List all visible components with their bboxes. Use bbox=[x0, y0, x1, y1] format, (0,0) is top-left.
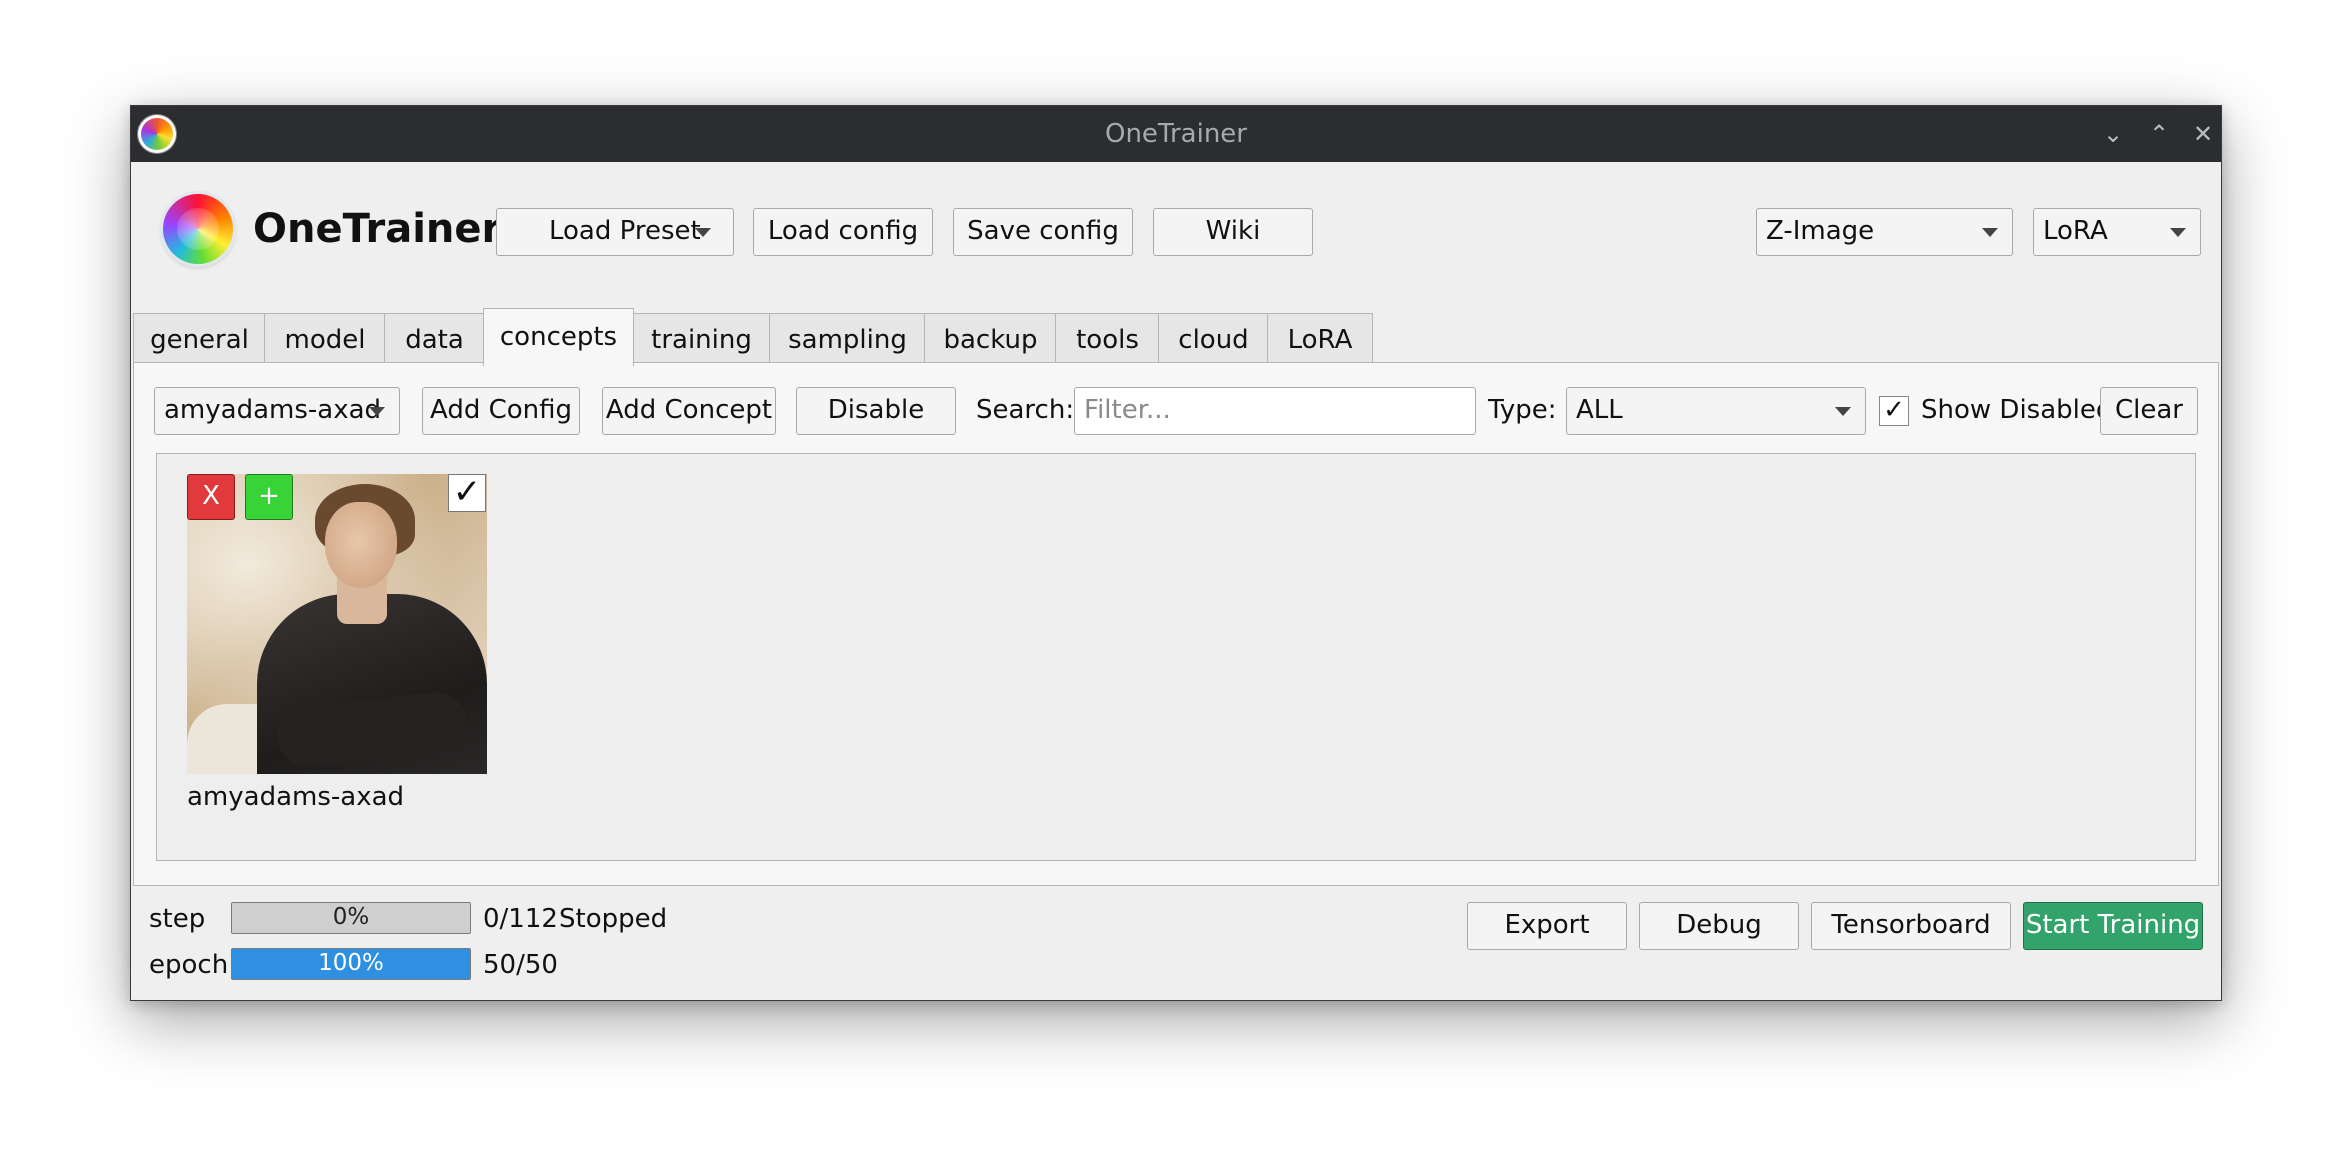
load-preset-button[interactable]: Load Preset bbox=[496, 208, 734, 256]
tab-general[interactable]: general bbox=[133, 313, 266, 364]
save-config-button[interactable]: Save config bbox=[953, 208, 1133, 256]
tab-backup[interactable]: backup bbox=[924, 313, 1057, 364]
type-select[interactable]: ALL bbox=[1566, 387, 1866, 435]
search-input[interactable]: Filter... bbox=[1074, 387, 1476, 435]
minimize-icon[interactable]: ⌄ bbox=[2095, 116, 2131, 152]
window-title: OneTrainer bbox=[1104, 119, 1247, 149]
tab-data[interactable]: data bbox=[384, 313, 485, 364]
tab-lora[interactable]: LoRA bbox=[1267, 313, 1373, 364]
show-disabled-checkbox[interactable]: ✓ bbox=[1879, 396, 1909, 426]
show-disabled-label: Show Disabled bbox=[1921, 395, 2113, 425]
clone-concept-button[interactable]: + bbox=[245, 474, 293, 520]
add-concept-button[interactable]: Add Concept bbox=[602, 387, 776, 435]
type-value: ALL bbox=[1576, 395, 1623, 425]
tab-cloud[interactable]: cloud bbox=[1158, 313, 1269, 364]
chevron-down-icon bbox=[369, 407, 385, 416]
concept-config-select[interactable]: amyadams-axad bbox=[154, 387, 400, 435]
epoch-progress-text: 100% bbox=[318, 950, 384, 976]
concepts-grid: X + ✓ amyadams-axad bbox=[156, 453, 2196, 861]
tab-sampling[interactable]: sampling bbox=[769, 313, 926, 364]
concept-enabled-checkbox[interactable]: ✓ bbox=[448, 474, 486, 512]
add-config-button[interactable]: Add Config bbox=[422, 387, 580, 435]
onetrainer-window: OneTrainer ⌄ ⌃ ✕ OneTrainer Load Preset … bbox=[130, 105, 2222, 1001]
model-type-value: Z-Image bbox=[1766, 216, 1875, 246]
clear-button[interactable]: Clear bbox=[2100, 387, 2198, 435]
training-state: Stopped bbox=[559, 904, 668, 934]
step-progress-bar: 0% bbox=[231, 902, 471, 934]
type-label: Type: bbox=[1488, 395, 1557, 425]
tab-model[interactable]: model bbox=[264, 313, 386, 364]
brand-title: OneTrainer bbox=[253, 206, 502, 252]
search-label: Search: bbox=[976, 395, 1075, 425]
training-method-value: LoRA bbox=[2043, 216, 2108, 246]
disable-button[interactable]: Disable bbox=[796, 387, 956, 435]
step-count: 0/112 bbox=[483, 904, 558, 934]
tab-training[interactable]: training bbox=[632, 313, 771, 364]
concepts-panel: amyadams-axad Add Config Add Concept Dis… bbox=[133, 362, 2219, 886]
debug-button[interactable]: Debug bbox=[1639, 902, 1799, 950]
model-type-select[interactable]: Z-Image bbox=[1756, 208, 2013, 256]
load-preset-label: Load Preset bbox=[549, 216, 701, 246]
wiki-button[interactable]: Wiki bbox=[1153, 208, 1313, 256]
epoch-progress-bar: 100% bbox=[231, 948, 471, 980]
title-bar: OneTrainer ⌄ ⌃ ✕ bbox=[131, 106, 2221, 162]
chevron-down-icon bbox=[2170, 228, 2186, 237]
concept-name: amyadams-axad bbox=[187, 782, 405, 812]
epoch-label: epoch bbox=[149, 950, 229, 980]
chevron-down-icon bbox=[1982, 228, 1998, 237]
load-config-button[interactable]: Load config bbox=[753, 208, 933, 256]
concept-config-value: amyadams-axad bbox=[164, 395, 382, 425]
chevron-down-icon bbox=[695, 228, 711, 237]
training-method-select[interactable]: LoRA bbox=[2033, 208, 2201, 256]
tensorboard-button[interactable]: Tensorboard bbox=[1811, 902, 2011, 950]
remove-concept-button[interactable]: X bbox=[187, 474, 235, 520]
chevron-down-icon bbox=[1835, 407, 1851, 416]
epoch-count: 50/50 bbox=[483, 950, 558, 980]
onetrainer-logo bbox=[163, 194, 233, 264]
tab-tools[interactable]: tools bbox=[1055, 313, 1160, 364]
step-label: step bbox=[149, 904, 206, 934]
thumbnail-face bbox=[325, 502, 397, 588]
maximize-icon[interactable]: ⌃ bbox=[2141, 116, 2177, 152]
close-icon[interactable]: ✕ bbox=[2185, 116, 2221, 152]
start-training-button[interactable]: Start Training bbox=[2023, 902, 2203, 950]
tab-concepts[interactable]: concepts bbox=[483, 308, 634, 366]
export-button[interactable]: Export bbox=[1467, 902, 1627, 950]
step-progress-text: 0% bbox=[332, 904, 370, 930]
